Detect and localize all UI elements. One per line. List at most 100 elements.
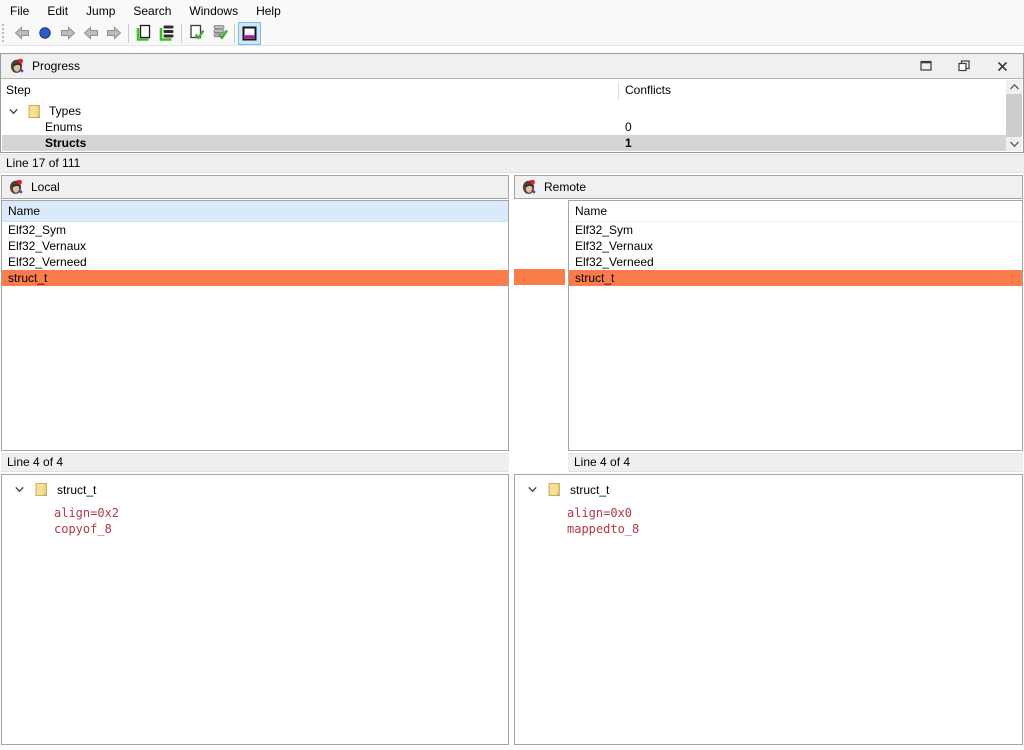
list-item[interactable]: Elf32_Vernaux (2, 238, 508, 254)
chevron-down-icon[interactable] (8, 106, 19, 117)
toolbar-separator (181, 24, 182, 43)
forward-button[interactable] (56, 22, 79, 45)
toolbar-separator (234, 24, 235, 43)
ida-logo-icon (8, 179, 24, 195)
close-icon[interactable] (995, 59, 1009, 73)
detail-attribute-line[interactable]: copyof_8 (2, 521, 508, 537)
menu-bar: File Edit Jump Search Windows Help (0, 0, 1024, 21)
table-row-enums[interactable]: Enums 0 (2, 119, 1006, 135)
local-status-bar: Line 4 of 4 (1, 453, 509, 472)
line-indicator: Line 4 of 4 (7, 455, 63, 469)
remote-panel-titlebar[interactable]: Remote (514, 175, 1023, 199)
back-button[interactable] (10, 22, 33, 45)
column-header-step[interactable]: Step (6, 83, 31, 97)
conflicts-value: 1 (625, 135, 632, 151)
progress-titlebar[interactable]: Progress (1, 54, 1023, 79)
list-item-selected[interactable]: struct_t (569, 270, 1022, 286)
conflict-connector[interactable] (514, 269, 565, 285)
stack-green-icon (158, 24, 176, 42)
list-item[interactable]: Elf32_Vernaux (569, 238, 1022, 254)
row-label: Enums (2, 119, 1006, 135)
menu-help[interactable]: Help (247, 0, 290, 21)
chevron-down-icon[interactable] (527, 484, 538, 495)
folder-icon (547, 482, 561, 497)
restore-icon[interactable] (957, 59, 971, 73)
progress-window: Progress Step Conflicts (0, 53, 1024, 153)
column-divider[interactable] (618, 82, 619, 100)
local-panel-title: Local (31, 180, 60, 194)
list-item[interactable]: Elf32_Verneed (2, 254, 508, 270)
arrow-left-icon (14, 25, 30, 41)
scrollbar-thumb[interactable] (1006, 94, 1022, 137)
remote-panel-title: Remote (544, 180, 586, 194)
tree-node-struct[interactable]: struct_t (515, 481, 1022, 498)
next-item-button[interactable] (102, 22, 125, 45)
ida-logo-icon (9, 58, 25, 74)
line-indicator: Line 17 of 111 (6, 156, 80, 170)
detail-attribute-line[interactable]: mappedto_8 (515, 521, 1022, 537)
current-position-button[interactable] (33, 22, 56, 45)
local-panel-titlebar[interactable]: Local (1, 175, 509, 199)
column-header-conflicts[interactable]: Conflicts (625, 83, 671, 97)
line-indicator: Line 4 of 4 (574, 455, 630, 469)
scroll-up-icon[interactable] (1006, 80, 1022, 94)
tree-node-struct[interactable]: struct_t (2, 481, 508, 498)
document-button[interactable] (132, 22, 155, 45)
stack-check-icon (211, 24, 229, 42)
progress-rows: Types Enums 0 Structs 1 (2, 103, 1006, 151)
table-row-types[interactable]: Types (2, 103, 1006, 119)
toolbar (0, 21, 1024, 46)
column-header-name[interactable]: Name (2, 201, 508, 222)
progress-status-bar: Line 17 of 111 (0, 154, 1024, 173)
ida-logo-icon (521, 179, 537, 195)
previous-item-button[interactable] (79, 22, 102, 45)
remote-name-list: Name Elf32_Sym Elf32_Vernaux Elf32_Verne… (568, 200, 1023, 451)
folder-icon (27, 104, 41, 119)
window-controls (919, 59, 1009, 73)
chevron-down-icon[interactable] (14, 484, 25, 495)
column-header-name[interactable]: Name (569, 201, 1022, 222)
detail-attribute-line[interactable]: align=0x0 (515, 505, 1022, 521)
list-item-selected[interactable]: struct_t (2, 270, 508, 286)
progress-table-header: Step Conflicts (1, 79, 1023, 103)
progress-table: Step Conflicts Types (1, 79, 1023, 152)
toolbar-drag-handle[interactable] (2, 24, 7, 42)
vertical-scrollbar[interactable] (1006, 80, 1022, 151)
document-validate-button[interactable] (185, 22, 208, 45)
menu-search[interactable]: Search (124, 0, 180, 21)
menu-edit[interactable]: Edit (38, 0, 77, 21)
progress-window-title: Progress (32, 59, 80, 73)
database-stack-button[interactable] (155, 22, 178, 45)
detail-attribute-line[interactable]: align=0x2 (2, 505, 508, 521)
scroll-down-icon[interactable] (1006, 137, 1022, 151)
merge-gutter (509, 200, 568, 451)
toolbar-separator (128, 24, 129, 43)
menu-jump[interactable]: Jump (77, 0, 124, 21)
database-validate-button[interactable] (208, 22, 231, 45)
menu-windows[interactable]: Windows (180, 0, 247, 21)
maximize-icon[interactable] (919, 59, 933, 73)
list-item[interactable]: Elf32_Sym (2, 222, 508, 238)
list-item[interactable]: Elf32_Sym (569, 222, 1022, 238)
remote-detail-panel: struct_t align=0x0 mappedto_8 (514, 474, 1023, 745)
menu-file[interactable]: File (1, 0, 38, 21)
display-toggle-button[interactable] (238, 22, 261, 45)
merge-tool-window: File Edit Jump Search Windows Help (0, 0, 1024, 750)
arrow-left-icon (83, 25, 99, 41)
local-detail-panel: struct_t align=0x2 copyof_8 (1, 474, 509, 745)
local-name-list: Name Elf32_Sym Elf32_Vernaux Elf32_Verne… (1, 200, 509, 451)
tree-node-label: struct_t (57, 483, 96, 497)
list-item[interactable]: Elf32_Verneed (569, 254, 1022, 270)
folder-icon (34, 482, 48, 497)
blue-dot-icon (37, 25, 53, 41)
remote-status-bar: Line 4 of 4 (568, 453, 1023, 472)
document-green-icon (135, 24, 153, 42)
table-row-structs[interactable]: Structs 1 (2, 135, 1006, 151)
tree-node-label: struct_t (570, 483, 609, 497)
conflicts-value: 0 (625, 119, 632, 135)
row-label: Types (49, 103, 81, 119)
arrow-right-icon (106, 25, 122, 41)
arrow-right-icon (60, 25, 76, 41)
document-check-icon (188, 24, 206, 42)
monitor-icon (241, 25, 258, 42)
